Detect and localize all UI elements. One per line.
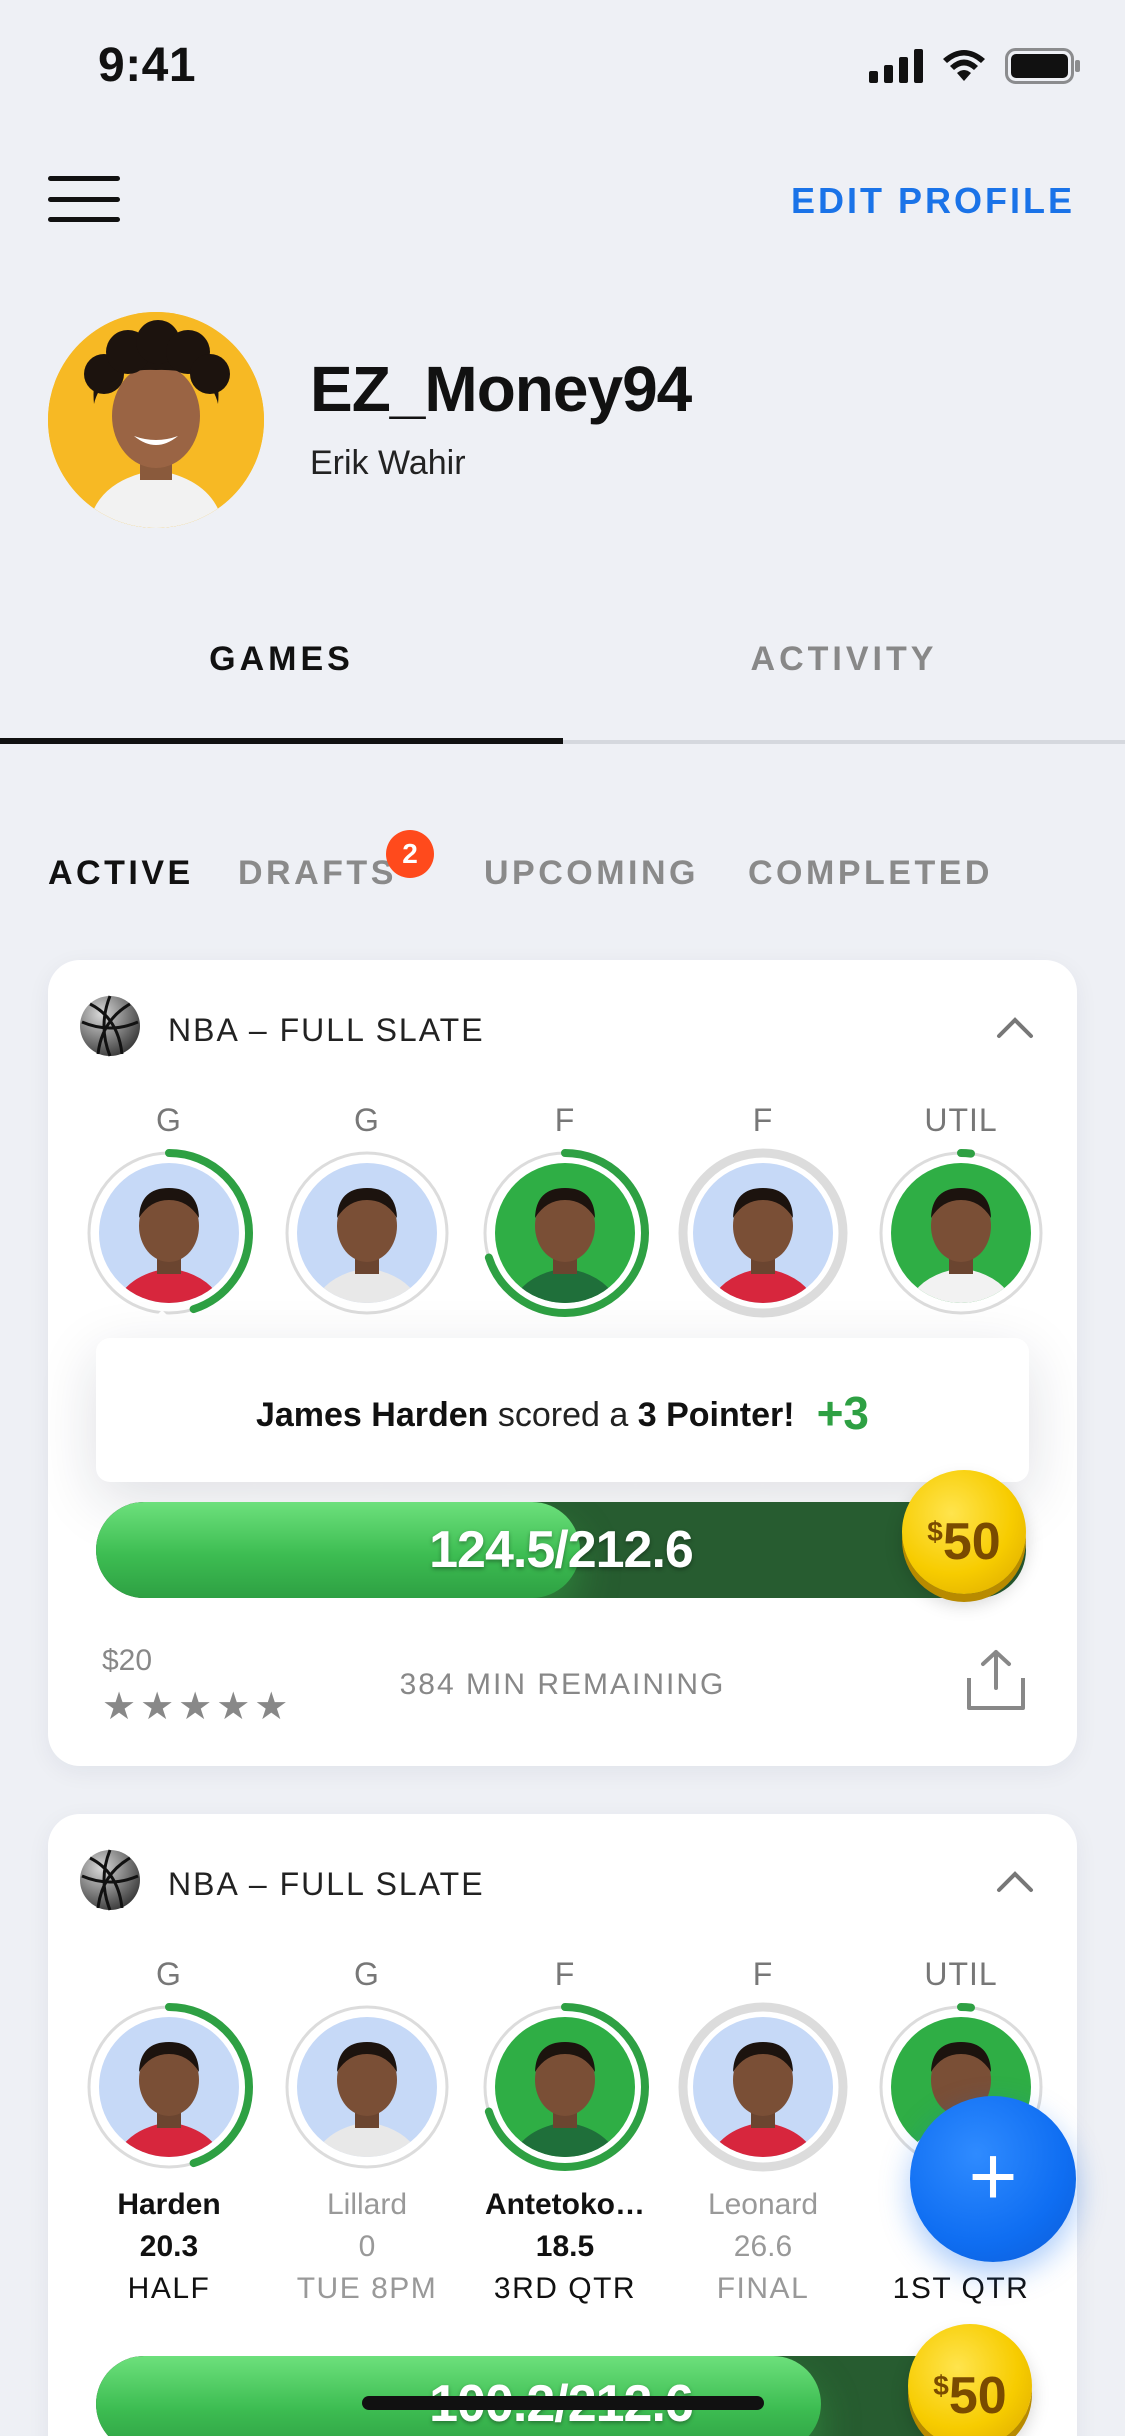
plus-icon: + bbox=[968, 2129, 1018, 2223]
player-score: 26.6 bbox=[733, 2230, 793, 2263]
position-label: UTIL bbox=[924, 1956, 998, 1992]
profile-username: EZ_Money94 bbox=[310, 353, 692, 425]
status-time: 9:41 bbox=[98, 39, 197, 92]
hamburger-menu-icon[interactable] bbox=[48, 176, 120, 222]
player-avatar[interactable] bbox=[480, 1148, 650, 1318]
profile-name: Erik Wahir bbox=[310, 444, 466, 482]
prize-amount: 50 bbox=[948, 2367, 1007, 2425]
points-progress-bar: 124.5/212.6 bbox=[96, 1502, 1026, 1598]
score-tooltip: James Harden scored a 3 Pointer! +3 bbox=[96, 1338, 1029, 1482]
position-label: G bbox=[156, 1956, 182, 1992]
subtab-completed[interactable]: COMPLETED bbox=[748, 854, 993, 893]
player-avatar[interactable] bbox=[84, 2002, 254, 2172]
position-label: G bbox=[354, 1102, 380, 1138]
tooltip-middle: scored a bbox=[497, 1396, 629, 1434]
tooltip-points: +3 bbox=[816, 1387, 870, 1439]
prize-amount: 50 bbox=[942, 1513, 1001, 1571]
position-label: F bbox=[752, 1956, 774, 1992]
player-avatar[interactable] bbox=[876, 1148, 1046, 1318]
position-label: G bbox=[156, 1102, 182, 1138]
share-icon[interactable] bbox=[965, 1648, 1027, 1712]
wifi-icon bbox=[943, 50, 985, 81]
player-score: 20.3 bbox=[139, 2230, 199, 2263]
subtab-active[interactable]: ACTIVE bbox=[48, 854, 194, 893]
card-title: NBA – FULL SLATE bbox=[168, 1012, 485, 1048]
battery-icon bbox=[1005, 48, 1080, 84]
player-score: 0 bbox=[358, 2230, 376, 2263]
card-title: NBA – FULL SLATE bbox=[168, 1866, 485, 1902]
basketball-icon bbox=[80, 1849, 140, 1911]
time-remaining: 384 MIN REMAINING bbox=[399, 1668, 726, 1701]
tooltip-message: James Harden scored a 3 Pointer! +3 bbox=[96, 1386, 1029, 1440]
game-status: 1ST QTR bbox=[892, 2272, 1030, 2305]
player-name: Leonard bbox=[707, 2188, 819, 2221]
tab-active-indicator bbox=[0, 738, 563, 744]
prize-currency: $ bbox=[933, 2370, 949, 2401]
player-avatar[interactable] bbox=[282, 1148, 452, 1318]
position-label: F bbox=[554, 1102, 576, 1138]
edit-profile-button[interactable]: EDIT PROFILE bbox=[791, 180, 1075, 222]
tab-games[interactable]: GAMES bbox=[0, 640, 563, 679]
player-name: Lillard bbox=[326, 2188, 408, 2221]
home-indicator[interactable] bbox=[362, 2396, 764, 2410]
points-progress-label: 124.5/212.6 bbox=[429, 1521, 694, 1579]
player-avatar[interactable] bbox=[84, 1148, 254, 1318]
position-label: F bbox=[554, 1956, 576, 1992]
tooltip-player: James Harden bbox=[255, 1396, 489, 1434]
basketball-icon bbox=[80, 995, 140, 1057]
prize-coin: $50 bbox=[908, 2324, 1032, 2436]
game-status: FINAL bbox=[716, 2272, 810, 2305]
prize-currency: $ bbox=[927, 1516, 943, 1547]
status-icons bbox=[869, 48, 1081, 84]
tooltip-arrow bbox=[132, 1310, 192, 1340]
subtab-drafts[interactable]: DRAFTS bbox=[238, 854, 397, 893]
tooltip-event: 3 Pointer! bbox=[637, 1396, 795, 1434]
player-avatar[interactable] bbox=[678, 1148, 848, 1318]
chevron-up-icon[interactable] bbox=[995, 1862, 1035, 1902]
position-label: F bbox=[752, 1102, 774, 1138]
game-status: TUE 8PM bbox=[296, 2272, 438, 2305]
player-avatar[interactable] bbox=[480, 2002, 650, 2172]
avatar-portrait-icon bbox=[48, 312, 264, 528]
subtab-upcoming[interactable]: UPCOMING bbox=[484, 854, 699, 893]
prize-coin: $50 bbox=[902, 1470, 1026, 1594]
player-name: Harden bbox=[117, 2188, 221, 2221]
tab-activity[interactable]: ACTIVITY bbox=[563, 640, 1125, 679]
player-avatar[interactable] bbox=[678, 2002, 848, 2172]
cellular-signal-icon bbox=[869, 49, 923, 83]
player-avatar[interactable] bbox=[282, 2002, 452, 2172]
position-label: G bbox=[354, 1956, 380, 1992]
drafts-count-badge: 2 bbox=[386, 830, 434, 878]
player-score: 18.5 bbox=[535, 2230, 595, 2263]
chevron-up-icon[interactable] bbox=[995, 1008, 1035, 1048]
avatar bbox=[48, 312, 264, 528]
game-status: 3RD QTR bbox=[493, 2272, 637, 2305]
position-label: UTIL bbox=[924, 1102, 998, 1138]
add-game-button[interactable]: + bbox=[910, 2096, 1076, 2262]
game-status: HALF bbox=[127, 2272, 211, 2305]
player-name: Antetoko… bbox=[485, 2188, 645, 2221]
